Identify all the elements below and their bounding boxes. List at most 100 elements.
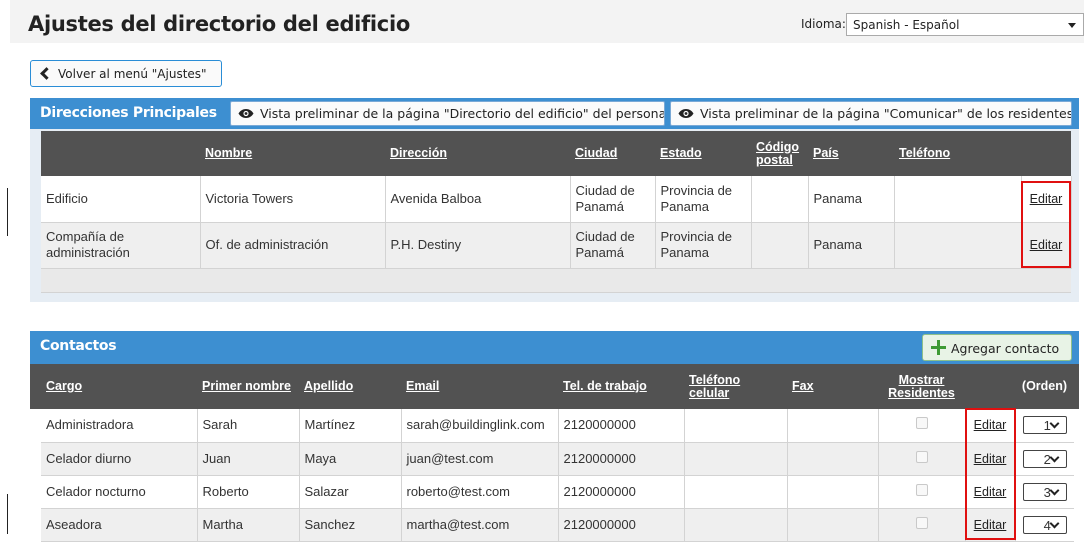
cell-work-phone: 2120000000 bbox=[558, 508, 685, 542]
cell-country: Panama bbox=[808, 222, 895, 269]
cell-first-name: Juan bbox=[197, 442, 300, 476]
cell-work-phone: 2120000000 bbox=[558, 475, 685, 509]
cell-name: Victoria Towers bbox=[200, 176, 386, 223]
page-title: Ajustes del directorio del edificio bbox=[28, 12, 410, 36]
cell-state: Provincia de Panama bbox=[655, 222, 752, 269]
table-row: Celador diurno Juan Maya juan@test.com 2… bbox=[41, 442, 1074, 476]
order-select[interactable]: 1 bbox=[1022, 416, 1067, 435]
principal-section-bar: Direcciones Principales Vista preliminar… bbox=[30, 98, 1079, 129]
table-row: Edificio Victoria Towers Avenida Balboa … bbox=[41, 176, 1072, 223]
column-header-name[interactable]: Nombre bbox=[200, 131, 385, 176]
language-label: Idioma: bbox=[801, 17, 846, 31]
table-row: Aseadora Martha Sanchez martha@test.com … bbox=[41, 508, 1074, 542]
cell-order: 4 bbox=[1015, 508, 1074, 542]
cell-phone bbox=[894, 222, 1022, 269]
column-header-zip[interactable]: Código postal bbox=[751, 131, 808, 176]
cell-show-residents bbox=[878, 442, 966, 476]
cell-show-residents bbox=[878, 475, 966, 509]
column-header-state[interactable]: Estado bbox=[655, 131, 751, 176]
show-residents-checkbox[interactable] bbox=[915, 483, 928, 496]
table-header-row: Nombre Dirección Ciudad Estado Código po… bbox=[41, 131, 1071, 176]
column-header-last-name[interactable]: Apellido bbox=[299, 364, 401, 409]
column-header-type bbox=[41, 131, 200, 176]
cell-fax bbox=[787, 442, 879, 476]
column-header-role[interactable]: Cargo bbox=[41, 364, 197, 409]
cell-phone bbox=[894, 176, 1022, 223]
order-select[interactable]: 4 bbox=[1022, 515, 1067, 534]
column-header-address[interactable]: Dirección bbox=[385, 131, 570, 176]
add-contact-button[interactable]: Agregar contacto bbox=[922, 334, 1072, 361]
contacts-section-title: Contactos bbox=[40, 338, 117, 354]
column-header-actions bbox=[1021, 131, 1071, 176]
add-contact-label: Agregar contacto bbox=[951, 341, 1060, 356]
cell-last-name: Maya bbox=[299, 442, 402, 476]
contacts-table: Cargo Primer nombre Apellido Email Tel. … bbox=[41, 364, 1074, 542]
edit-highlight-box bbox=[1021, 181, 1071, 268]
cell-first-name: Martha bbox=[197, 508, 300, 542]
top-bar: Ajustes del directorio del edificio Idio… bbox=[10, 0, 1084, 43]
cell-fax bbox=[787, 508, 879, 542]
cell-type: Edificio bbox=[41, 176, 201, 223]
language-select[interactable]: Spanish - Español bbox=[846, 13, 1084, 36]
cell-type: Compañía de administración bbox=[41, 222, 201, 269]
table-row: Celador nocturno Roberto Salazar roberto… bbox=[41, 475, 1074, 509]
cell-show-residents bbox=[878, 409, 966, 443]
back-to-settings-button[interactable]: Volver al menú "Ajustes" bbox=[30, 60, 222, 87]
column-header-city[interactable]: Ciudad bbox=[570, 131, 655, 176]
cell-email: sarah@buildinglink.com bbox=[401, 409, 559, 443]
column-header-order: (Orden) bbox=[1015, 364, 1074, 409]
cell-first-name: Roberto bbox=[197, 475, 300, 509]
preview-residents-button[interactable]: Vista preliminar de la página "Comunicar… bbox=[670, 101, 1072, 126]
cell-cell-phone bbox=[684, 409, 788, 443]
column-header-first-name[interactable]: Primer nombre bbox=[197, 364, 299, 409]
show-residents-checkbox[interactable] bbox=[915, 450, 928, 463]
cell-country: Panama bbox=[808, 176, 895, 223]
show-residents-checkbox[interactable] bbox=[915, 417, 928, 430]
eye-icon bbox=[238, 109, 254, 118]
left-border-mark bbox=[7, 494, 8, 534]
cell-email: roberto@test.com bbox=[401, 475, 559, 509]
cell-email: juan@test.com bbox=[401, 442, 559, 476]
cell-role: Aseadora bbox=[41, 508, 198, 542]
cell-city: Ciudad de Panamá bbox=[570, 222, 656, 269]
column-header-country[interactable]: País bbox=[808, 131, 894, 176]
plus-icon bbox=[931, 340, 946, 355]
eye-icon bbox=[678, 109, 694, 118]
cell-cell-phone bbox=[684, 508, 788, 542]
principal-addresses-table: Nombre Dirección Ciudad Estado Código po… bbox=[41, 131, 1072, 293]
caret-down-icon bbox=[1068, 23, 1076, 28]
column-header-actions bbox=[965, 364, 1015, 409]
show-residents-checkbox[interactable] bbox=[915, 516, 928, 529]
cell-order: 1 bbox=[1015, 409, 1074, 443]
preview-residents-label: Vista preliminar de la página "Comunicar… bbox=[700, 106, 1072, 121]
cell-city: Ciudad de Panamá bbox=[570, 176, 656, 223]
order-value: 3 bbox=[1043, 484, 1051, 500]
cell-address: Avenida Balboa bbox=[385, 176, 571, 223]
order-select[interactable]: 3 bbox=[1022, 482, 1067, 501]
cell-role: Celador diurno bbox=[41, 442, 198, 476]
table-header-row: Cargo Primer nombre Apellido Email Tel. … bbox=[41, 364, 1074, 409]
column-header-show-residents[interactable]: Mostrar Residentes bbox=[878, 364, 965, 409]
order-select[interactable]: 2 bbox=[1022, 449, 1067, 468]
column-header-phone[interactable]: Teléfono bbox=[894, 131, 1021, 176]
cell-zip bbox=[751, 222, 809, 269]
order-value: 2 bbox=[1043, 451, 1051, 467]
cell-fax bbox=[787, 409, 879, 443]
cell-order: 2 bbox=[1015, 442, 1074, 476]
column-header-email[interactable]: Email bbox=[401, 364, 558, 409]
cell-fax bbox=[787, 475, 879, 509]
column-header-fax[interactable]: Fax bbox=[787, 364, 878, 409]
language-select-value: Spanish - Español bbox=[853, 18, 960, 32]
cell-last-name: Salazar bbox=[299, 475, 402, 509]
column-header-cell-phone[interactable]: Teléfono celular bbox=[684, 364, 787, 409]
cell-work-phone: 2120000000 bbox=[558, 409, 685, 443]
order-value: 4 bbox=[1043, 517, 1051, 533]
back-button-label: Volver al menú "Ajustes" bbox=[58, 67, 207, 81]
preview-staff-directory-button[interactable]: Vista preliminar de la página "Directori… bbox=[230, 101, 665, 126]
column-header-work-phone[interactable]: Tel. de trabajo bbox=[558, 364, 684, 409]
table-row: Administradora Sarah Martínez sarah@buil… bbox=[41, 409, 1074, 443]
cell-role: Administradora bbox=[41, 409, 198, 443]
cell-zip bbox=[751, 176, 809, 223]
chevron-left-icon bbox=[40, 67, 53, 80]
cell-cell-phone bbox=[684, 442, 788, 476]
